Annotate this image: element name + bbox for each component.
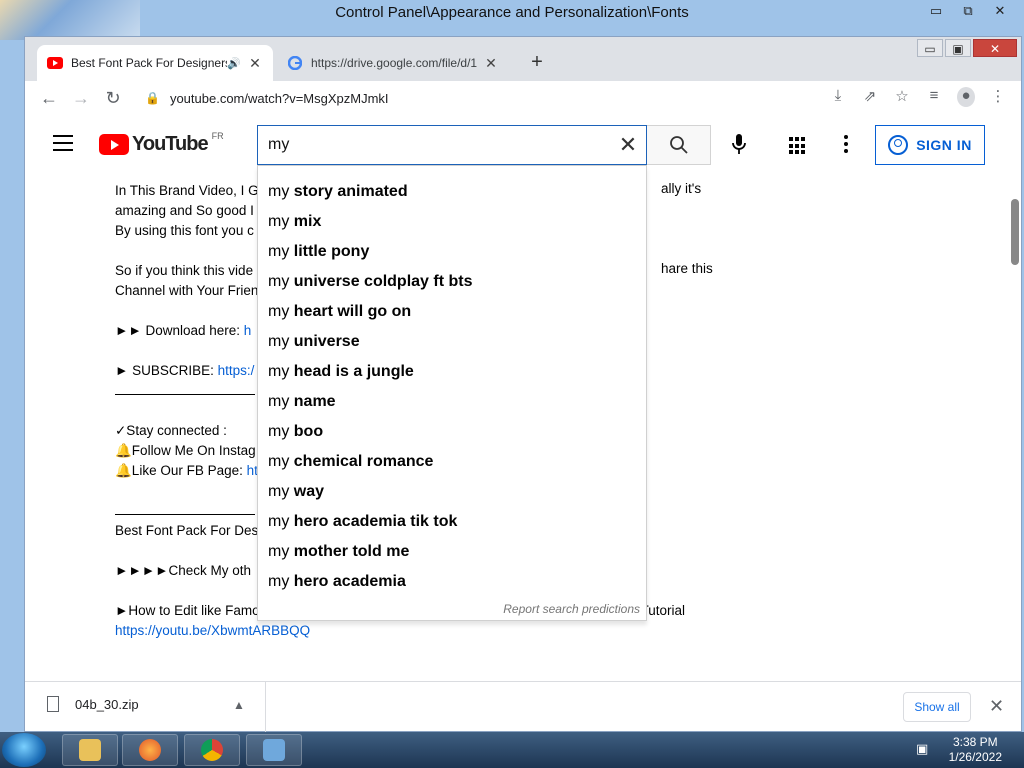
- chrome-taskbar-icon[interactable]: [184, 734, 240, 766]
- chrome-window: Best Font Pack For Designers 🔊 ✕ https:/…: [24, 36, 1022, 732]
- suggestion-item[interactable]: my universe: [258, 327, 646, 357]
- suggestion-item[interactable]: my hero academia: [258, 567, 646, 597]
- report-predictions-link[interactable]: Report search predictions: [503, 602, 640, 616]
- system-clock[interactable]: 3:38 PM 1/26/2022: [949, 735, 1002, 765]
- cp-maximize-button[interactable]: ⧉: [954, 2, 982, 20]
- chevron-up-icon[interactable]: ▲: [233, 698, 245, 712]
- apps-grid-icon[interactable]: [789, 137, 807, 155]
- clock-date: 1/26/2022: [948, 750, 1002, 764]
- youtube-icon: [47, 55, 63, 71]
- reload-icon[interactable]: ↻: [103, 88, 123, 108]
- control-panel-titlebar: Control Panel\Appearance and Personaliza…: [0, 0, 1024, 26]
- suggestion-item[interactable]: my head is a jungle: [258, 357, 646, 387]
- download-label: ►► Download here:: [115, 323, 244, 338]
- search-value: my: [268, 136, 290, 153]
- country-code: FR: [211, 130, 224, 141]
- suggestion-item[interactable]: my little pony: [258, 237, 646, 267]
- tab-youtube[interactable]: Best Font Pack For Designers 🔊 ✕: [37, 45, 273, 81]
- tab-close-icon[interactable]: ✕: [483, 55, 499, 72]
- fb-label: 🔔Like Our FB Page:: [115, 463, 247, 478]
- back-icon[interactable]: ←: [39, 88, 59, 108]
- search-input[interactable]: my ✕: [257, 125, 647, 165]
- sign-in-label: SIGN IN: [916, 137, 972, 153]
- download-item[interactable]: 04b_30.zip: [47, 696, 139, 712]
- suggestion-item[interactable]: my way: [258, 477, 646, 507]
- tutorial-link[interactable]: https://youtu.be/XbwmtARBBQQ: [115, 621, 755, 641]
- bookmark-star-icon[interactable]: ☆: [893, 87, 911, 107]
- show-all-button[interactable]: Show all: [903, 692, 971, 722]
- tab-title: https://drive.google.com/file/d/1: [311, 56, 478, 70]
- forward-icon[interactable]: →: [71, 88, 91, 108]
- logo-text: YouTube: [132, 133, 209, 155]
- tab-close-icon[interactable]: ✕: [247, 55, 263, 72]
- hamburger-menu-icon[interactable]: [53, 135, 73, 151]
- firefox-taskbar-icon[interactable]: [122, 734, 178, 766]
- suggestion-item[interactable]: my mix: [258, 207, 646, 237]
- new-tab-button[interactable]: +: [525, 51, 549, 75]
- sign-in-button[interactable]: SIGN IN: [875, 125, 985, 165]
- control-panel-title: Control Panel\Appearance and Personaliza…: [335, 4, 689, 21]
- control-panel-taskbar-icon[interactable]: [246, 734, 302, 766]
- start-button[interactable]: [2, 733, 46, 767]
- address-bar[interactable]: 🔒 youtube.com/watch?v=MsgXpzMJmkI: [137, 84, 897, 112]
- tab-title: Best Font Pack For Designers: [71, 56, 228, 70]
- search-icon: [669, 136, 688, 154]
- menu-icon[interactable]: ⋮: [989, 87, 1007, 107]
- suggestion-item[interactable]: my mother told me: [258, 537, 646, 567]
- suggestion-item[interactable]: my story animated: [258, 177, 646, 207]
- network-icon[interactable]: ▣: [916, 741, 932, 757]
- suggestion-item[interactable]: my boo: [258, 417, 646, 447]
- youtube-play-icon: [99, 134, 129, 155]
- suggestion-item[interactable]: my heart will go on: [258, 297, 646, 327]
- divider: [265, 682, 266, 732]
- close-button[interactable]: ✕: [973, 39, 1017, 57]
- browser-toolbar: ← → ↻ 🔒 youtube.com/watch?v=MsgXpzMJmkI …: [25, 81, 1021, 115]
- cp-minimize-button[interactable]: ▭: [922, 2, 950, 20]
- download-bar: 04b_30.zip ▲ Show all ✕: [25, 681, 1021, 732]
- taskbar: ▣ 3:38 PM 1/26/2022: [0, 732, 1024, 768]
- tab-google-drive[interactable]: https://drive.google.com/file/d/1 ✕: [277, 45, 509, 81]
- page-scrollbar[interactable]: [1011, 199, 1019, 265]
- address-text: youtube.com/watch?v=MsgXpzMJmkI: [169, 90, 389, 106]
- suggestion-item[interactable]: my chemical romance: [258, 447, 646, 477]
- speaker-icon[interactable]: 🔊: [227, 57, 241, 70]
- minimize-button[interactable]: ▭: [917, 39, 943, 57]
- microphone-icon[interactable]: [727, 133, 751, 157]
- search-suggestions: my story animated my mix my little pony …: [257, 165, 647, 621]
- clear-search-icon[interactable]: ✕: [610, 132, 646, 158]
- description-fragment: hare this: [661, 261, 713, 276]
- youtube-logo[interactable]: YouTube FR: [99, 130, 224, 156]
- install-icon[interactable]: ⤓: [829, 87, 847, 107]
- cp-close-button[interactable]: ✕: [986, 2, 1014, 20]
- description-fragment: ally it's: [661, 181, 702, 196]
- download-file-name: 04b_30.zip: [75, 696, 139, 712]
- subscribe-link[interactable]: https:/: [218, 363, 255, 378]
- suggestion-item[interactable]: my universe coldplay ft bts: [258, 267, 646, 297]
- clock-time: 3:38 PM: [952, 735, 998, 749]
- tab-strip: Best Font Pack For Designers 🔊 ✕ https:/…: [25, 37, 1021, 81]
- google-icon: [287, 55, 303, 71]
- profile-icon[interactable]: ●: [957, 87, 975, 107]
- subscribe-label: ► SUBSCRIBE:: [115, 363, 218, 378]
- suggestion-item[interactable]: my hero academia tik tok: [258, 507, 646, 537]
- user-icon: [888, 135, 909, 155]
- suggestion-item[interactable]: my name: [258, 387, 646, 417]
- search-button[interactable]: [647, 125, 711, 165]
- media-control-icon[interactable]: ≡: [925, 87, 943, 107]
- youtube-page: YouTube FR my ✕ SIGN IN In This Brand Vi…: [25, 115, 1021, 681]
- lock-icon[interactable]: 🔒: [145, 91, 160, 105]
- explorer-taskbar-icon[interactable]: [62, 734, 118, 766]
- maximize-button[interactable]: ▣: [945, 39, 971, 57]
- more-options-icon[interactable]: [843, 135, 849, 153]
- share-icon[interactable]: ⇗: [861, 87, 879, 107]
- file-icon: [47, 696, 59, 712]
- download-link[interactable]: h: [244, 323, 252, 338]
- close-download-bar-icon[interactable]: ✕: [989, 696, 1004, 717]
